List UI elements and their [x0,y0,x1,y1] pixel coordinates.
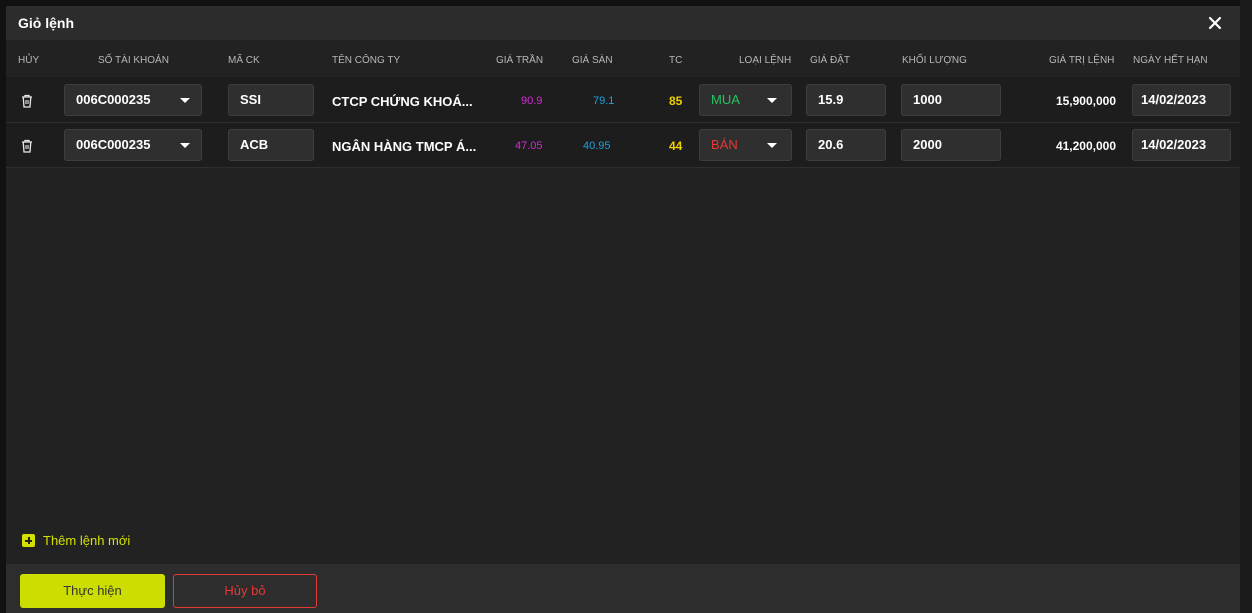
company-name: NGÂN HÀNG TMCP Á... [332,139,477,154]
reference-price: 85 [669,94,683,108]
floor-price: 79.1 [593,95,615,107]
column-header-row: HỦY SỐ TÀI KHOẢN MÃ CK TÊN CÔNG TY GIÁ T… [6,40,1240,78]
company-name: CTCP CHỨNG KHOÁ... [332,94,473,109]
order-value: 15,900,000 [1055,94,1116,108]
add-order-label: Thêm lệnh mới [43,533,131,548]
quantity-input[interactable]: 1000 [901,84,1001,116]
order-type-select[interactable]: MUA [699,84,792,116]
col-floor: GIÁ SÀN [572,55,613,66]
account-value: 006C000235 [76,92,151,107]
account-select[interactable]: 006C000235 [64,84,202,116]
close-icon[interactable] [1202,10,1228,36]
chevron-down-icon [180,143,190,148]
expiry-date-value: 14/02/2023 [1141,92,1207,107]
expiry-date-input[interactable]: 14/02/2023 [1132,129,1231,161]
price-value: 15.9 [818,92,844,107]
chevron-down-icon [180,98,190,103]
col-cancel: HỦY [18,55,40,66]
order-type-value: MUA [711,92,740,107]
quantity-value: 2000 [913,137,942,152]
col-quantity: KHỐI LƯỢNG [902,55,967,66]
account-value: 006C000235 [76,137,151,152]
symbol-input[interactable]: ACB [228,129,314,161]
order-type-select[interactable]: BÁN [699,129,792,161]
order-row: 006C000235 ACB NGÂN HÀNG TMCP Á... 47.05… [6,123,1240,168]
col-company: TÊN CÔNG TY [332,55,401,66]
trash-icon[interactable] [20,138,34,154]
col-price: GIÁ ĐẶT [810,55,851,66]
price-input[interactable]: 15.9 [806,84,886,116]
account-select[interactable]: 006C000235 [64,129,202,161]
col-expiry: NGÀY HẾT HẠN [1133,55,1208,66]
symbol-value: ACB [240,137,269,152]
col-order-type: LOẠI LỆNH [739,55,792,66]
col-symbol: MÃ CK [228,55,260,66]
floor-price: 40.95 [583,140,611,152]
modal-header: Giỏ lệnh [6,6,1240,40]
cancel-button[interactable]: Hủy bỏ [173,574,317,608]
plus-square-icon [22,534,35,547]
order-type-value: BÁN [711,137,738,152]
order-basket-modal: Giỏ lệnh HỦY SỐ TÀI KHOẢN MÃ CK TÊN CÔNG… [6,6,1240,613]
trash-icon[interactable] [20,93,34,109]
ceiling-price: 47.05 [515,140,543,152]
order-row: 006C000235 SSI CTCP CHỨNG KHOÁ... 90.9 7… [6,78,1240,123]
symbol-value: SSI [240,92,261,107]
symbol-input[interactable]: SSI [228,84,314,116]
modal-title: Giỏ lệnh [18,15,74,31]
modal-footer: Thực hiện Hủy bỏ [6,564,1240,613]
quantity-input[interactable]: 2000 [901,129,1001,161]
ceiling-price: 90.9 [521,95,543,107]
expiry-date-input[interactable]: 14/02/2023 [1132,84,1231,116]
chevron-down-icon [767,143,777,148]
submit-button[interactable]: Thực hiện [20,574,165,608]
background-page-edge [1240,0,1252,613]
reference-price: 44 [669,139,683,153]
expiry-date-value: 14/02/2023 [1141,137,1207,152]
chevron-down-icon [767,98,777,103]
col-reference: TC [669,55,683,66]
quantity-value: 1000 [913,92,942,107]
order-value: 41,200,000 [1055,139,1116,153]
price-value: 20.6 [818,137,844,152]
col-order-value: GIÁ TRỊ LỆNH [1049,55,1115,66]
col-ceiling: GIÁ TRẦN [496,55,544,66]
col-account: SỐ TÀI KHOẢN [98,55,169,66]
price-input[interactable]: 20.6 [806,129,886,161]
